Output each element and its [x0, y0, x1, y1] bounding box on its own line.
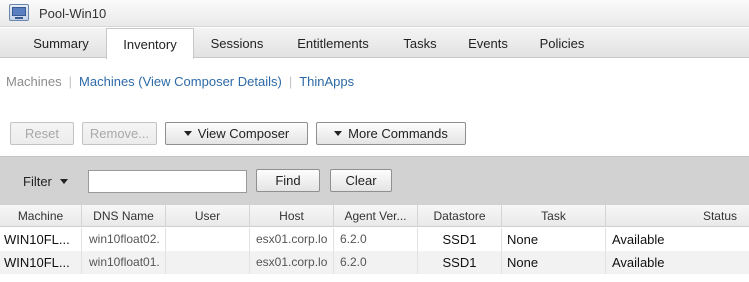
dropdown-arrow-icon — [183, 131, 192, 137]
desktop-pool-icon — [9, 4, 29, 21]
filter-dropdown-arrow-icon — [59, 179, 68, 185]
tab-policies[interactable]: Policies — [536, 28, 588, 58]
view-composer-label: View Composer — [197, 126, 290, 141]
column-header-task[interactable]: Task — [502, 205, 606, 227]
filter-bar: Filter Find Clear — [0, 156, 749, 205]
more-commands-label: More Commands — [348, 126, 448, 141]
table-header: Machine DNS Name User Host Agent Ver... … — [0, 205, 749, 227]
tab-bar: Summary Inventory Sessions Entitlements … — [0, 28, 749, 59]
filter-dropdown[interactable]: Filter — [23, 174, 68, 189]
cell-task: None — [502, 228, 606, 251]
tab-sessions[interactable]: Sessions — [206, 28, 268, 58]
column-header-datastore[interactable]: Datastore — [418, 205, 502, 227]
tab-inventory[interactable]: Inventory — [106, 28, 194, 59]
tab-tasks[interactable]: Tasks — [400, 28, 440, 58]
column-header-dns-name[interactable]: DNS Name — [82, 205, 166, 227]
cell-host: esx01.corp.lo — [250, 228, 334, 251]
subnav-composer-details-link[interactable]: Machines (View Composer Details) — [79, 74, 282, 89]
cell-agent-version: 6.2.0 — [334, 228, 418, 251]
title-bar: Pool-Win10 — [0, 0, 749, 27]
column-header-agent-version[interactable]: Agent Ver... — [334, 205, 418, 227]
column-header-status[interactable]: Status — [606, 205, 749, 227]
view-composer-menu-button[interactable]: View Composer — [165, 122, 308, 145]
column-header-machine[interactable]: Machine — [0, 205, 82, 227]
cell-agent-version: 6.2.0 — [334, 251, 418, 274]
reset-button[interactable]: Reset — [10, 122, 74, 145]
cell-host: esx01.corp.lo — [250, 251, 334, 274]
subnav-thinapps-link[interactable]: ThinApps — [299, 74, 354, 89]
filter-label: Filter — [23, 174, 52, 189]
cell-status: Available — [612, 255, 665, 270]
table-row[interactable]: WIN10FL... win10float01. esx01.corp.lo 6… — [0, 251, 749, 274]
cell-status: Available — [612, 232, 665, 247]
column-header-host[interactable]: Host — [250, 205, 334, 227]
find-button[interactable]: Find — [256, 169, 320, 192]
tab-events[interactable]: Events — [465, 28, 511, 58]
filter-input[interactable] — [88, 170, 247, 193]
cell-task: None — [502, 251, 606, 274]
cell-machine: WIN10FL... — [0, 251, 82, 274]
cell-dns-name: win10float02. — [82, 228, 166, 251]
column-header-user[interactable]: User — [166, 205, 250, 227]
inventory-subnav: Machines | Machines (View Composer Details… — [6, 74, 354, 89]
subnav-separator: | — [288, 74, 293, 89]
cell-dns-name: win10float01. — [82, 251, 166, 274]
clear-button[interactable]: Clear — [330, 169, 392, 192]
tab-entitlements[interactable]: Entitlements — [290, 28, 376, 58]
remove-button[interactable]: Remove... — [82, 122, 157, 145]
dropdown-arrow-icon — [334, 131, 343, 137]
window-title: Pool-Win10 — [39, 6, 107, 21]
table-row[interactable]: WIN10FL... win10float02. esx01.corp.lo 6… — [0, 228, 749, 251]
cell-user — [166, 251, 250, 274]
tab-summary[interactable]: Summary — [30, 28, 92, 58]
more-commands-menu-button[interactable]: More Commands — [316, 122, 466, 145]
subnav-machines[interactable]: Machines — [6, 74, 62, 89]
cell-datastore: SSD1 — [418, 251, 502, 274]
cell-machine: WIN10FL... — [0, 228, 82, 251]
subnav-separator: | — [68, 74, 73, 89]
cell-datastore: SSD1 — [418, 228, 502, 251]
cell-user — [166, 228, 250, 251]
